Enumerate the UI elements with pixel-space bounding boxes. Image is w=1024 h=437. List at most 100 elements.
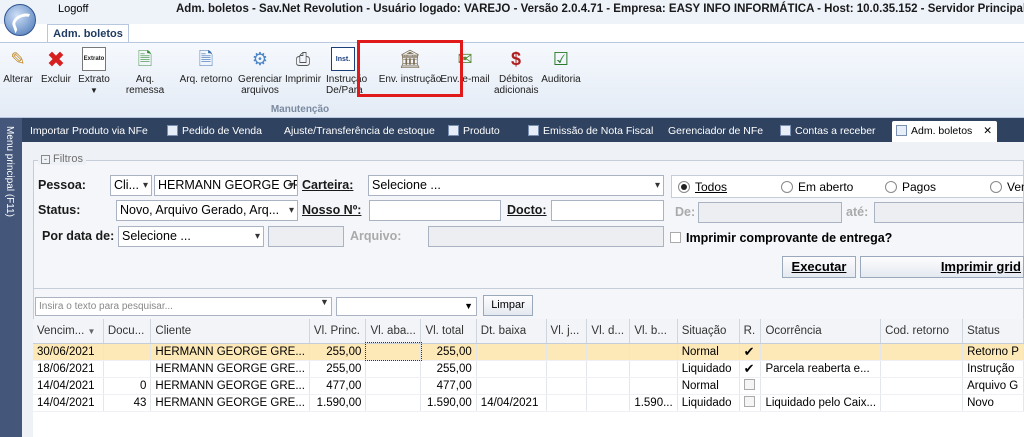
col-r[interactable]: R. <box>739 319 762 344</box>
cell-desc[interactable] <box>586 343 631 361</box>
documento-input[interactable] <box>551 200 664 221</box>
cell-status[interactable]: Novo <box>962 394 1024 412</box>
cell-venc[interactable]: 14/04/2021 <box>33 394 104 412</box>
cell-ocorrencia[interactable] <box>760 377 882 395</box>
received-checkbox[interactable]: ✔ <box>744 362 755 375</box>
tab-contas-receber[interactable]: Contas a receber <box>780 121 876 142</box>
cell-princ[interactable]: 1.590,00 <box>309 394 367 412</box>
col-vl-juros[interactable]: Vl. j... <box>546 319 588 344</box>
cell-princ[interactable]: 255,00 <box>309 360 367 378</box>
cell-total[interactable]: 255,00 <box>420 360 477 378</box>
cell-juros[interactable] <box>546 343 588 361</box>
logoff-link[interactable]: Logoff <box>58 3 88 15</box>
cell-situacao[interactable]: Liquidado <box>677 360 740 378</box>
radio-vencidos[interactable]: Ven <box>990 180 1024 194</box>
cell-status[interactable]: Instrução <box>962 360 1024 378</box>
cell-ocorrencia[interactable] <box>760 343 882 361</box>
cell-total[interactable]: 255,00 <box>420 343 477 361</box>
filters-legend[interactable]: - Filtros <box>38 153 86 165</box>
cell-baixa[interactable] <box>476 343 547 361</box>
cell-baixa[interactable] <box>476 360 547 378</box>
cell-doc[interactable]: 43 <box>103 394 152 412</box>
table-row[interactable]: 18/06/2021 HERMANN GEORGE GRE... 255,00 255… <box>33 360 1024 378</box>
cell-r[interactable] <box>739 377 762 395</box>
limpar-button[interactable]: Limpar <box>483 295 533 316</box>
app-logo-icon[interactable] <box>4 4 36 36</box>
cell-doc[interactable] <box>103 343 152 361</box>
col-situacao[interactable]: Situação <box>677 319 740 344</box>
arq-retorno-button[interactable]: 🗎 Arq. retorno <box>178 47 234 86</box>
tab-importar-produto[interactable]: Importar Produto via NFe <box>30 121 148 142</box>
cell-aba[interactable] <box>364 342 422 361</box>
cell-princ[interactable]: 477,00 <box>309 377 367 395</box>
cell-juros[interactable] <box>546 360 588 378</box>
received-checkbox[interactable] <box>743 379 755 390</box>
table-row[interactable]: 14/04/2021 0 HERMANN GEORGE GRE... 477,00 47… <box>33 377 1024 395</box>
cell-doc[interactable] <box>103 360 152 378</box>
radio-pagos[interactable]: Pagos <box>885 180 936 194</box>
col-vl-princ[interactable]: Vl. Princ. <box>309 319 367 344</box>
tab-ajuste-estoque[interactable]: Ajuste/Transferência de estoque <box>284 121 435 142</box>
col-status[interactable]: Status <box>962 319 1024 344</box>
received-checkbox[interactable] <box>743 396 755 407</box>
search-column-select[interactable]: ▼ <box>336 297 477 316</box>
tab-gerenciador-nfe[interactable]: Gerenciador de NFe <box>668 121 763 142</box>
cell-aba[interactable] <box>365 377 422 395</box>
cell-vlb[interactable] <box>629 377 678 395</box>
cell-situacao[interactable]: Liquidado <box>677 394 740 412</box>
cell-vlb[interactable]: 1.590... <box>629 394 678 412</box>
collapse-icon[interactable]: - <box>41 155 50 164</box>
imprimir-grid-button[interactable]: Imprimir grid <box>860 256 1024 278</box>
cell-cod[interactable] <box>880 394 964 412</box>
cell-cod[interactable] <box>880 377 964 395</box>
excluir-button[interactable]: ✖ Excluir <box>39 47 73 85</box>
radio-em-aberto[interactable]: Em aberto <box>781 180 853 194</box>
executar-button[interactable]: Executar <box>782 256 856 278</box>
cell-status[interactable]: Arquivo G <box>962 377 1024 395</box>
col-vl-desconto[interactable]: Vl. d... <box>586 319 631 344</box>
instrucao-de-para-button[interactable]: Inst. Instrução De/Para <box>326 47 367 96</box>
cell-cliente[interactable]: HERMANN GEORGE GRE... <box>150 377 310 395</box>
col-cod-retorno[interactable]: Cod. retorno <box>880 319 964 344</box>
tab-produto[interactable]: Produto <box>448 121 500 142</box>
debitos-adicionais-button[interactable]: $ Débitos adicionais <box>494 47 538 97</box>
cell-cliente[interactable]: HERMANN GEORGE GRE... <box>150 343 310 361</box>
cell-situacao[interactable]: Normal <box>677 377 740 395</box>
pessoa-field[interactable]: HERMANN GEORGE GRE <box>154 175 298 196</box>
cell-baixa[interactable]: 14/04/2021 <box>476 394 547 412</box>
col-documento[interactable]: Docu... <box>103 319 152 344</box>
arq-remessa-button[interactable]: 🗎 Arq. remessa <box>116 47 174 97</box>
search-text-input[interactable]: Insira o texto para pesquisar... <box>35 297 332 316</box>
side-menu[interactable]: Menu principal (F11) <box>0 118 22 437</box>
auditoria-button[interactable]: ☑ Auditoria <box>540 47 582 86</box>
col-ocorrencia[interactable]: Ocorrência <box>760 319 882 344</box>
cell-situacao[interactable]: Normal <box>677 343 740 361</box>
cell-aba[interactable] <box>365 360 422 378</box>
cell-cod[interactable] <box>880 343 964 361</box>
cell-r[interactable] <box>739 394 762 412</box>
cell-vlb[interactable] <box>629 360 678 378</box>
chevron-down-icon[interactable]: ▼ <box>320 297 329 307</box>
col-dt-baixa[interactable]: Dt. baixa <box>476 319 547 344</box>
cell-total[interactable]: 477,00 <box>420 377 477 395</box>
cell-juros[interactable] <box>546 377 588 395</box>
imprimir-comprovante-checkbox[interactable]: Imprimir comprovante de entrega? <box>670 231 892 245</box>
col-vl-total[interactable]: Vl. total <box>420 319 477 344</box>
cell-r[interactable]: ✔ <box>739 343 762 361</box>
cell-baixa[interactable] <box>476 377 547 395</box>
cell-total[interactable]: 1.590,00 <box>420 394 477 412</box>
status-select[interactable]: Novo, Arquivo Gerado, Arq... <box>116 200 298 221</box>
cell-cliente[interactable]: HERMANN GEORGE GRE... <box>150 394 310 412</box>
table-row[interactable]: 30/06/2021 HERMANN GEORGE GRE... 255,00 255… <box>33 342 1024 361</box>
close-tab-icon[interactable]: ✕ <box>983 121 992 141</box>
cell-princ[interactable]: 255,00 <box>309 343 367 361</box>
cell-juros[interactable] <box>546 394 588 412</box>
carteira-select[interactable]: Selecione ... <box>368 175 664 196</box>
col-vl-baixa[interactable]: Vl. b... <box>629 319 678 344</box>
col-vl-abatimento[interactable]: Vl. aba... <box>365 319 422 344</box>
cell-venc[interactable]: 18/06/2021 <box>33 360 104 378</box>
col-cliente[interactable]: Cliente <box>150 319 310 344</box>
cell-desc[interactable] <box>586 360 631 378</box>
tab-pedido-venda[interactable]: Pedido de Venda <box>167 121 262 142</box>
cell-r[interactable]: ✔ <box>739 360 762 378</box>
